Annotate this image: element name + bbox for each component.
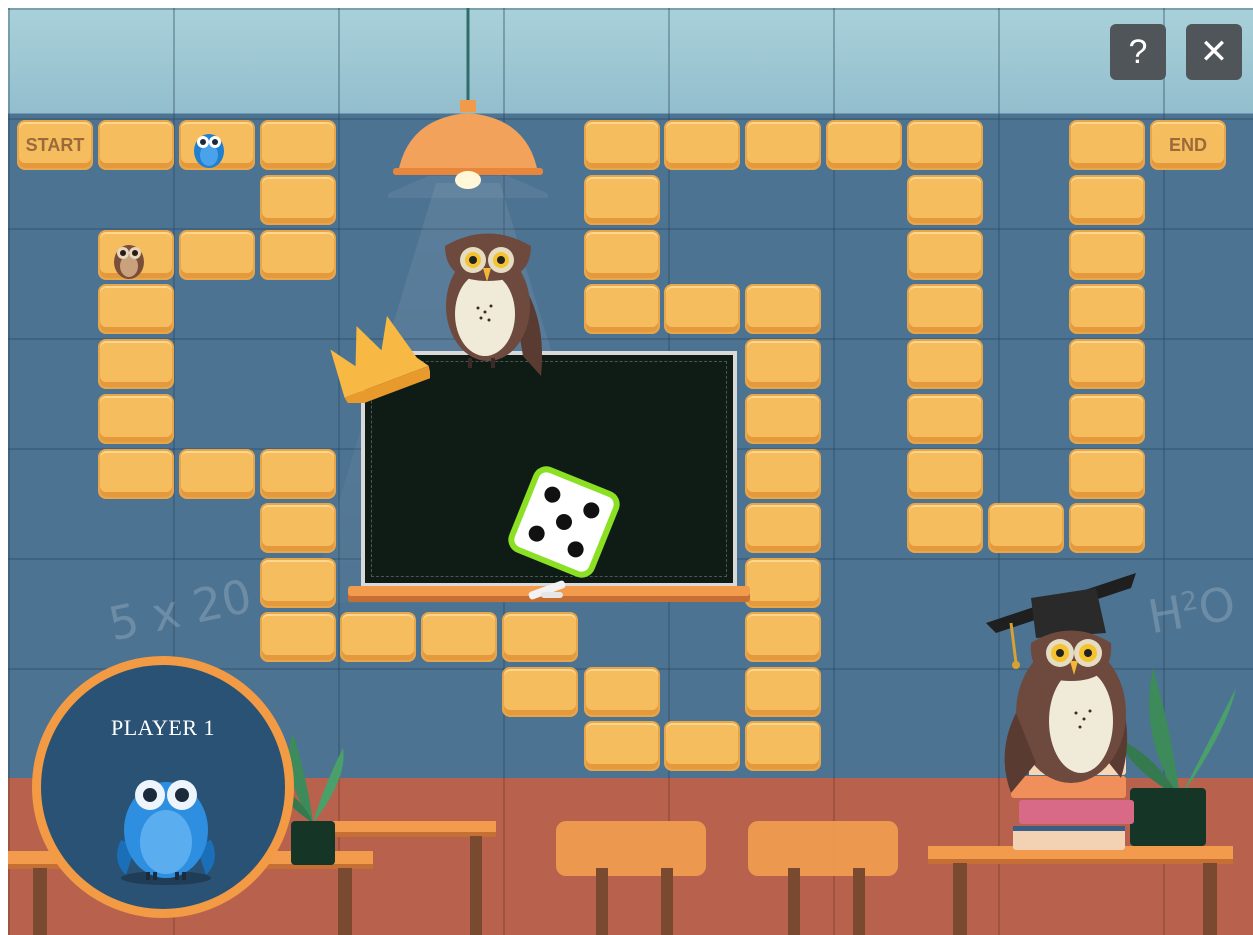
help-button[interactable]: ?: [1110, 24, 1166, 80]
board-cell: [1069, 449, 1145, 499]
board-cell: [907, 449, 983, 499]
board-cell: [584, 284, 660, 334]
board-cell: [745, 558, 821, 608]
board-cell: [98, 284, 174, 334]
board-cell: [664, 721, 740, 771]
board-cell: [745, 120, 821, 170]
board-cell: [1069, 230, 1145, 280]
board-end-cell: END: [1150, 120, 1226, 170]
board-cell: [260, 230, 336, 280]
board-cell: [1069, 394, 1145, 444]
crown-icon: [330, 315, 430, 403]
dice-pip: [553, 511, 575, 533]
board-cell: [907, 339, 983, 389]
board-cell: [907, 230, 983, 280]
board-cell: [260, 612, 336, 662]
dice-pip: [526, 523, 548, 545]
player-avatar-icon: [117, 780, 215, 885]
board-cell: [1069, 503, 1145, 553]
dice-pip: [541, 484, 563, 506]
board-cell: [745, 503, 821, 553]
board-cell: [826, 120, 902, 170]
board-cell: [260, 503, 336, 553]
board-cell: [907, 120, 983, 170]
desk-back-leg: [470, 836, 482, 935]
board-cell: [745, 667, 821, 717]
game-scene: 5 x 20 H2O START END ? ✕ PLAYER 1: [8, 8, 1253, 935]
board-cell: [1069, 339, 1145, 389]
board-cell: [179, 449, 255, 499]
board-cell: [745, 394, 821, 444]
help-button-label: ?: [1128, 32, 1148, 71]
ceiling-lamp-icon: [388, 8, 548, 198]
desk-left-leg: [33, 868, 47, 935]
board-start-cell: START: [17, 120, 93, 170]
board-cell: [745, 449, 821, 499]
board-cell: [260, 449, 336, 499]
board-cell: [260, 175, 336, 225]
board-cell: [260, 558, 336, 608]
board-cell: [502, 667, 578, 717]
dice-pip: [565, 538, 587, 560]
board-cell: [340, 612, 416, 662]
board-cell: [745, 339, 821, 389]
blue-owl-token-icon: [194, 134, 224, 168]
board-cell: [584, 667, 660, 717]
dice-pip: [580, 499, 602, 521]
owl-teacher-icon: [445, 233, 543, 376]
board-cell: [907, 503, 983, 553]
desk-right-leg: [1203, 863, 1217, 935]
board-cell: [502, 612, 578, 662]
desk-left-leg: [338, 868, 352, 935]
board-cell: [1069, 175, 1145, 225]
board-cell: [988, 503, 1064, 553]
player-label: PLAYER 1: [110, 715, 216, 740]
board-cell: [260, 120, 336, 170]
board-cell: [664, 120, 740, 170]
desk-right-leg: [953, 863, 967, 935]
close-icon: ✕: [1199, 33, 1229, 71]
board-cell: [584, 175, 660, 225]
board-cell: [584, 120, 660, 170]
chair-icon: [748, 821, 898, 935]
board-cell: [1069, 120, 1145, 170]
chalk-icon: [528, 580, 566, 600]
player-card: PLAYER 1: [32, 656, 294, 918]
close-button[interactable]: ✕: [1186, 24, 1242, 80]
board-cell: [1069, 284, 1145, 334]
board-cell: [98, 449, 174, 499]
board-cell: [907, 394, 983, 444]
board-cell: [98, 394, 174, 444]
brown-owl-token-icon: [114, 245, 144, 279]
chair-icon: [556, 821, 706, 935]
board-cell: [745, 612, 821, 662]
board-cell: [584, 721, 660, 771]
desk-back: [328, 821, 496, 837]
board-cell: [907, 284, 983, 334]
board-cell: [98, 339, 174, 389]
owl-graduate-icon: [986, 573, 1136, 793]
board-cell: [745, 284, 821, 334]
board-cell: [179, 230, 255, 280]
board-cell: [98, 120, 174, 170]
board-cell: [421, 612, 497, 662]
board-cell: [745, 721, 821, 771]
board-cell: [907, 175, 983, 225]
board-cell: [664, 284, 740, 334]
board-cell: [584, 230, 660, 280]
